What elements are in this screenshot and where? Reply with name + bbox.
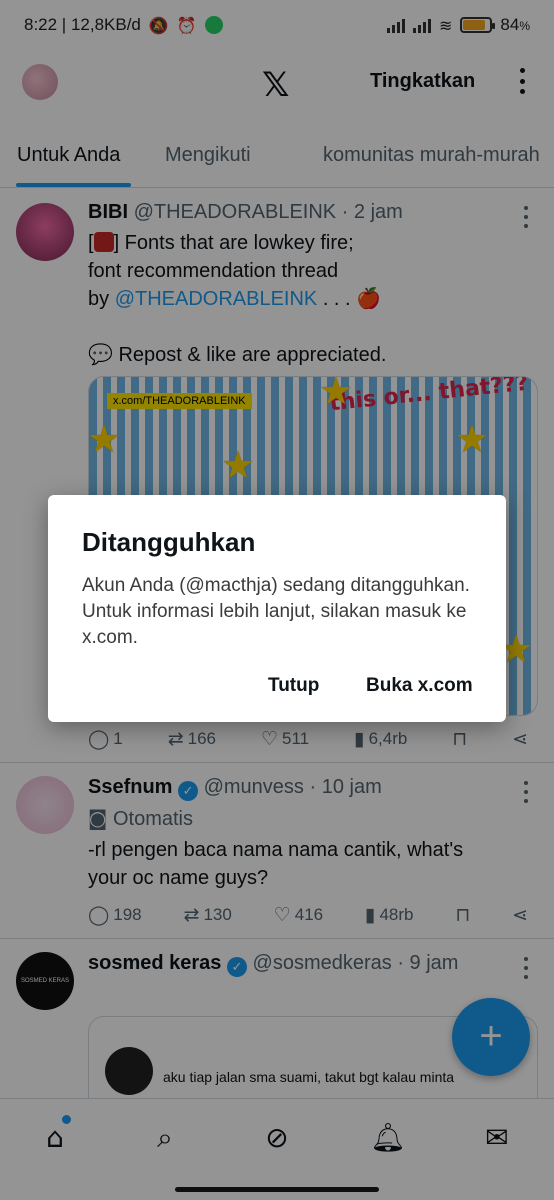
dialog-body: Akun Anda (@macthja) sedang ditangguhkan… xyxy=(82,575,470,648)
suspended-dialog: Ditangguhkan Akun Anda (@macthja) sedang… xyxy=(48,495,506,722)
dialog-title: Ditangguhkan xyxy=(82,527,256,557)
close-button[interactable]: Tutup xyxy=(268,675,319,697)
open-xcom-button[interactable]: Buka x.com xyxy=(366,675,473,697)
